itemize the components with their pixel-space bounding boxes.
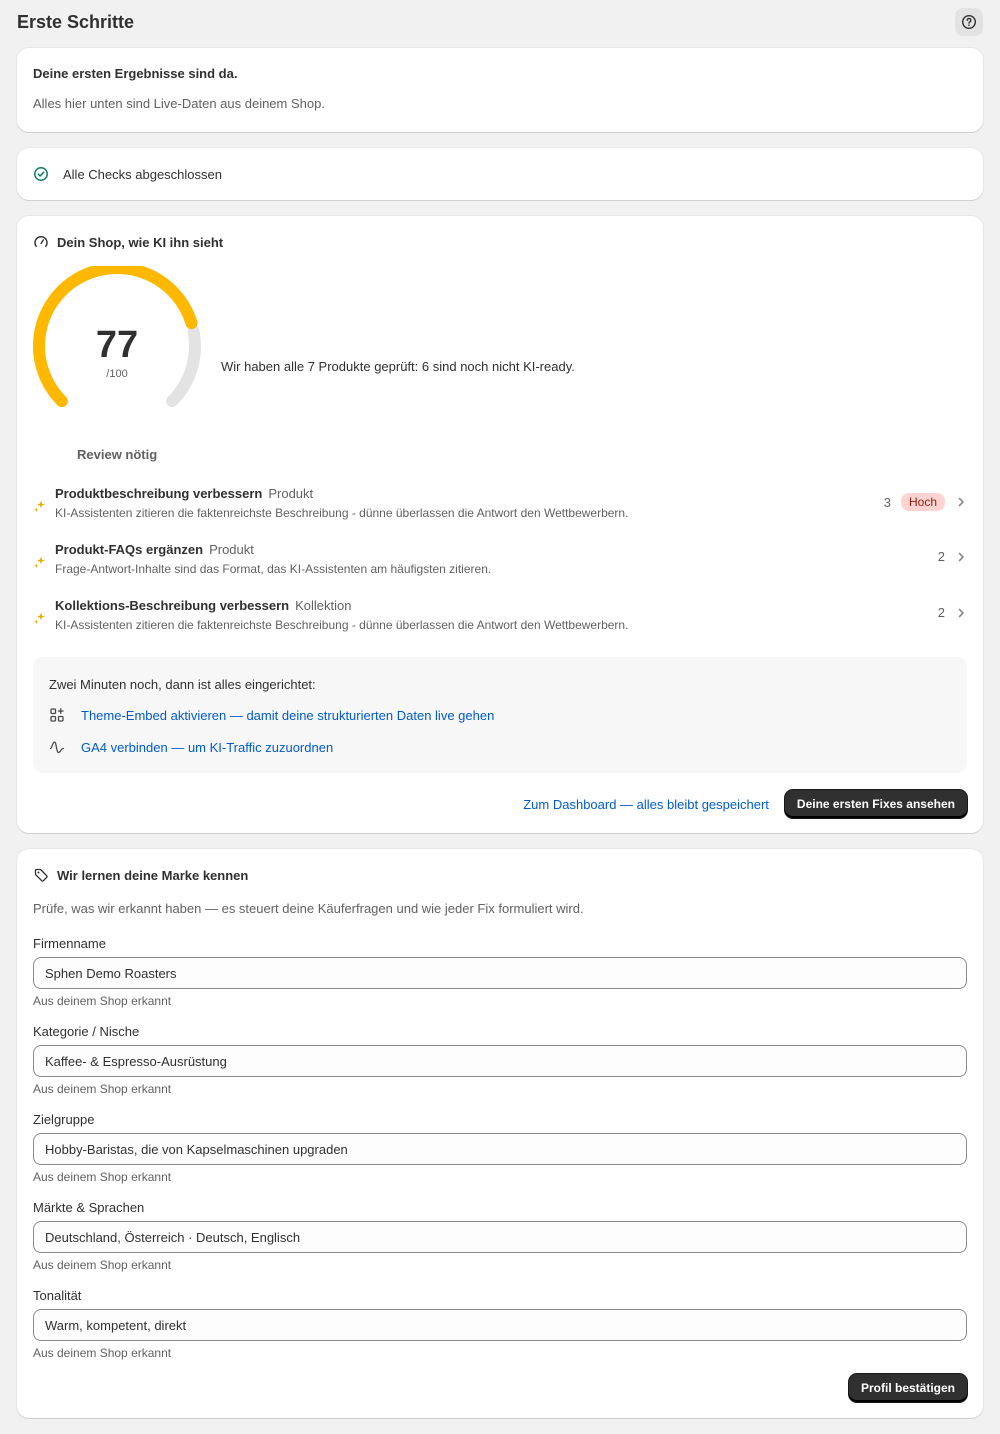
fix-meta: 3 Hoch: [884, 493, 967, 511]
fix-scope: Produkt: [209, 542, 254, 557]
setup-link-ga4: GA4 verbinden — um KI-Traffic zuzuordnen: [49, 739, 333, 755]
analytics-wave-icon: [49, 741, 65, 754]
field-company-name: Firmenname Aus deinem Shop erkannt: [33, 936, 967, 1008]
markets-input[interactable]: [33, 1221, 967, 1253]
field-label: Tonalität: [33, 1288, 82, 1303]
brand-header: Wir lernen deine Marke kennen: [33, 867, 248, 883]
dashboard-link[interactable]: Zum Dashboard — alles bleibt gespeichert: [523, 797, 769, 812]
fix-title-text: Kollektions-Beschreibung verbessern: [55, 598, 290, 613]
field-label: Firmenname: [33, 936, 106, 951]
chevron-right-icon[interactable]: [955, 551, 967, 563]
field-audience: Zielgruppe Aus deinem Shop erkannt: [33, 1112, 967, 1184]
fix-title: Kollektions-Beschreibung verbessern Kolle…: [55, 598, 351, 613]
help-button[interactable]: [955, 8, 983, 36]
fix-scope: Produkt: [268, 486, 314, 501]
view-fixes-button[interactable]: Deine ersten Fixes ansehen: [784, 790, 967, 818]
score-summary: Wir haben alle 7 Produkte geprüft: 6 sin…: [221, 359, 575, 374]
results-banner: Deine ersten Ergebnisse sind da. Alles h…: [17, 48, 983, 132]
tag-icon: [34, 868, 48, 882]
page-title: Erste Schritte: [17, 11, 135, 32]
review-label: Review nötig: [77, 447, 158, 462]
fix-count: 2: [937, 605, 945, 620]
ai-view-actions: Zum Dashboard — alles bleibt gespeichert…: [523, 790, 967, 818]
sparkle-icon: [34, 612, 45, 624]
fix-item[interactable]: Produktbeschreibung verbessern Produkt KI…: [33, 486, 967, 530]
field-hint: Aus deinem Shop erkannt: [33, 1346, 172, 1360]
page-header: Erste Schritte: [17, 0, 983, 44]
setup-link-theme-embed: Theme-Embed aktivieren — damit deine str…: [49, 707, 494, 723]
fix-title: Produkt-FAQs ergänzen Produkt: [55, 542, 254, 557]
setup-box: Zwei Minuten noch, dann ist alles einger…: [33, 657, 967, 773]
results-subtitle: Alles hier unten sind Live-Daten aus dei…: [33, 96, 325, 111]
brand-card: Wir lernen deine Marke kennen Prüfe, was…: [17, 849, 983, 1418]
field-category: Kategorie / Nische Aus deinem Shop erkan…: [33, 1024, 967, 1096]
field-hint: Aus deinem Shop erkannt: [33, 1258, 172, 1272]
confirm-profile-button[interactable]: Profil bestätigen: [848, 1374, 967, 1402]
sparkle-icon: [34, 500, 45, 512]
field-label: Kategorie / Nische: [33, 1024, 140, 1039]
chevron-right-icon[interactable]: [955, 607, 967, 619]
chevron-right-icon[interactable]: [955, 496, 967, 508]
fix-description: KI-Assistenten zitieren die faktenreichs…: [55, 506, 629, 520]
score-value: 77: [95, 324, 139, 366]
fix-scope: Kollektion: [295, 598, 352, 613]
fix-title-text: Produkt-FAQs ergänzen: [55, 542, 204, 557]
checks-label: Alle Checks abgeschlossen: [63, 166, 222, 182]
category-input[interactable]: [33, 1045, 967, 1077]
fix-meta: 2: [938, 605, 967, 620]
question-circle-icon: [961, 14, 977, 30]
setup-intro: Zwei Minuten noch, dann ist alles einger…: [49, 677, 316, 692]
brand-actions: Profil bestätigen: [848, 1374, 967, 1402]
ga4-connect-link[interactable]: GA4 verbinden — um KI-Traffic zuzuordnen: [81, 740, 333, 755]
brand-intro: Prüfe, was wir erkannt haben — es steuer…: [33, 901, 584, 916]
field-hint: Aus deinem Shop erkannt: [33, 1170, 172, 1184]
audience-input[interactable]: [33, 1133, 967, 1165]
field-label: Zielgruppe: [33, 1112, 95, 1127]
company-name-input[interactable]: [33, 957, 967, 989]
results-title: Deine ersten Ergebnisse sind da.: [33, 66, 238, 81]
field-label: Märkte & Sprachen: [33, 1200, 145, 1215]
gauge-icon: [34, 236, 48, 247]
apps-add-icon: [50, 708, 64, 722]
fix-description: Frage-Antwort-Inhalte sind das Format, d…: [55, 562, 492, 576]
fix-description: KI-Assistenten zitieren die faktenreichs…: [55, 618, 629, 632]
fix-meta: 2: [938, 549, 967, 564]
field-markets: Märkte & Sprachen Aus deinem Shop erkann…: [33, 1200, 967, 1272]
theme-embed-link[interactable]: Theme-Embed aktivieren — damit deine str…: [81, 708, 494, 723]
priority-badge: Hoch: [900, 493, 945, 511]
brand-title: Wir lernen deine Marke kennen: [57, 867, 249, 883]
field-hint: Aus deinem Shop erkannt: [33, 1082, 172, 1096]
field-tone: Tonalität Aus deinem Shop erkannt: [33, 1288, 967, 1360]
fix-item[interactable]: Kollektions-Beschreibung verbessern Kolle…: [33, 598, 967, 642]
fix-title-text: Produktbeschreibung verbessern: [55, 486, 263, 501]
ai-view-header: Dein Shop, wie KI ihn sieht: [33, 234, 223, 250]
fix-count: 2: [937, 549, 945, 564]
check-circle-icon: [34, 167, 48, 181]
score-gauge: 77 /100: [31, 266, 203, 426]
ai-view-title: Dein Shop, wie KI ihn sieht: [57, 234, 224, 250]
fix-title: Produktbeschreibung verbessern Produkt: [55, 486, 313, 501]
field-hint: Aus deinem Shop erkannt: [33, 994, 172, 1008]
sparkle-icon: [34, 556, 45, 568]
tone-input[interactable]: [33, 1309, 967, 1341]
score-max: /100: [106, 368, 128, 380]
ai-view-card: Dein Shop, wie KI ihn sieht 77 /100 Wir …: [17, 216, 983, 833]
fix-item[interactable]: Produkt-FAQs ergänzen Produkt Frage-Antwo…: [33, 542, 967, 586]
fix-count: 3: [883, 494, 891, 510]
checks-card: Alle Checks abgeschlossen: [17, 148, 983, 200]
